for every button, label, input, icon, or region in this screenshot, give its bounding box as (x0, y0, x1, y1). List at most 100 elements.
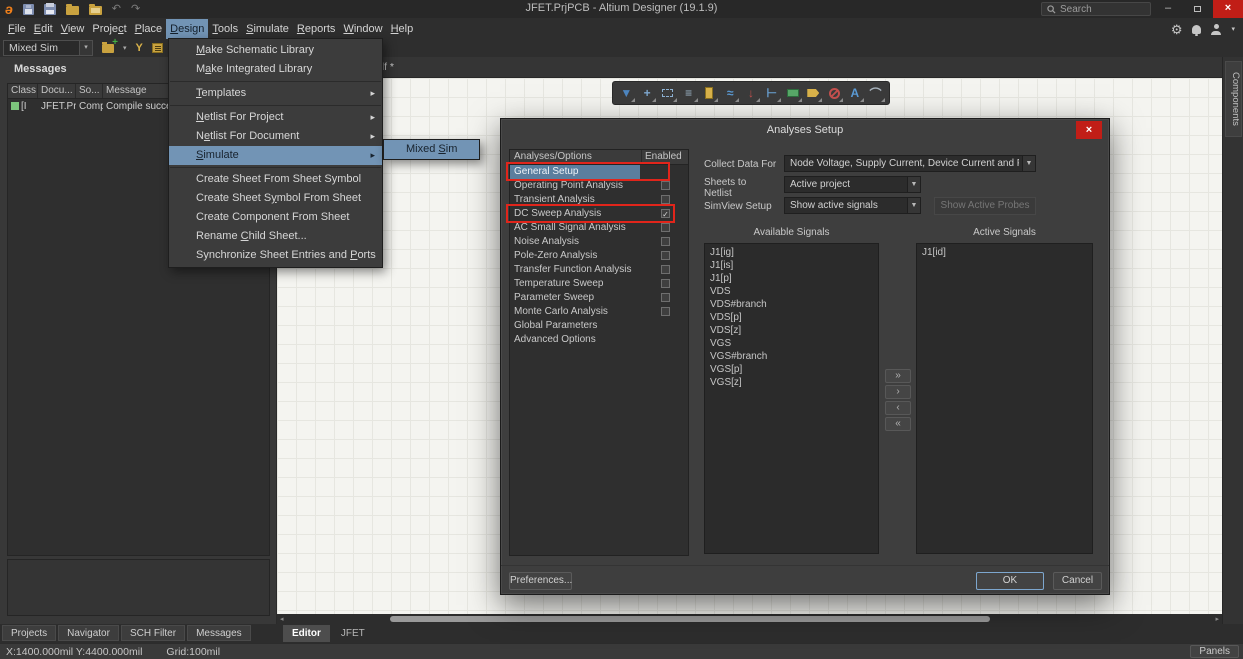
probe-y-icon[interactable]: Y (136, 43, 143, 54)
enabled-checkbox-pole-zero-analysis[interactable] (661, 251, 670, 260)
cancel-button[interactable]: Cancel (1053, 572, 1102, 590)
ok-button[interactable]: OK (976, 572, 1044, 590)
measure-icon[interactable]: ⊢ (763, 84, 781, 102)
signal-vds-p[interactable]: VDS[p] (705, 311, 878, 324)
menu-file[interactable]: File (4, 19, 30, 39)
preferences-button[interactable]: Preferences... (509, 572, 572, 590)
notifications-bell-icon[interactable] (1192, 25, 1201, 34)
menu-item-rename-child-sheet[interactable]: Rename Child Sheet... (169, 227, 382, 246)
menu-item-netlist-for-document[interactable]: Netlist For Document▸ (169, 127, 382, 146)
document-tab-jfet[interactable]: JFET (332, 625, 374, 642)
enabled-checkbox-operating-point-analysis[interactable] (661, 181, 670, 190)
signal-vgs-z[interactable]: VGS[z] (705, 376, 878, 389)
collect-data-dropdown[interactable]: Node Voltage, Supply Current, Device Cur… (784, 155, 1036, 172)
enabled-checkbox-transient-analysis[interactable] (661, 195, 670, 204)
move-selection-icon[interactable]: + (638, 84, 656, 102)
close-button[interactable]: × (1213, 0, 1243, 18)
analysis-row-transfer-function-analysis[interactable]: Transfer Function Analysis (510, 263, 688, 277)
available-signals-list[interactable]: J1[ig]J1[is]J1[p]VDSVDS#branchVDS[p]VDS[… (704, 243, 879, 554)
move-all-left-button[interactable]: « (885, 417, 911, 431)
analysis-row-noise-analysis[interactable]: Noise Analysis (510, 235, 688, 249)
menu-project[interactable]: Project (88, 19, 130, 39)
menu-place[interactable]: Place (131, 19, 167, 39)
horizontal-scrollbar[interactable]: ◂ ▸ (277, 614, 1222, 624)
menu-simulate[interactable]: Simulate (242, 19, 293, 39)
analysis-row-transient-analysis[interactable]: Transient Analysis (510, 193, 688, 207)
simview-dropdown[interactable]: Show active signals ▼ (784, 197, 921, 214)
analysis-row-pole-zero-analysis[interactable]: Pole-Zero Analysis (510, 249, 688, 263)
global-search-box[interactable]: Search (1041, 2, 1151, 16)
place-component-icon[interactable] (784, 84, 802, 102)
active-signals-list[interactable]: J1[id] (916, 243, 1093, 554)
filter-icon[interactable]: ▼ (617, 84, 635, 102)
align-icon[interactable]: ≡ (680, 84, 698, 102)
place-wire-icon[interactable]: ≈ (721, 84, 739, 102)
panels-button[interactable]: Panels (1190, 645, 1239, 658)
menu-help[interactable]: Help (387, 19, 418, 39)
move-all-right-button[interactable]: » (885, 369, 911, 383)
enabled-checkbox-monte-carlo-analysis[interactable] (661, 307, 670, 316)
menu-item-make-integrated-library[interactable]: Make Integrated Library (169, 60, 382, 79)
place-part-icon[interactable] (700, 84, 718, 102)
analysis-row-advanced-options[interactable]: Advanced Options (510, 333, 688, 347)
menu-design[interactable]: Design (166, 19, 208, 39)
menu-reports[interactable]: Reports (293, 19, 340, 39)
settings-gear-icon[interactable]: ⚙ (1171, 23, 1183, 36)
document-tab-editor[interactable]: Editor (283, 625, 330, 642)
dropdown-caret-icon[interactable]: ▼ (907, 177, 920, 192)
enabled-checkbox-ac-small-signal-analysis[interactable] (661, 223, 670, 232)
show-active-probes-button[interactable]: Show Active Probes (934, 197, 1036, 215)
minimize-button[interactable]: – (1153, 0, 1183, 18)
analysis-row-monte-carlo-analysis[interactable]: Monte Carlo Analysis (510, 305, 688, 319)
enabled-checkbox-temperature-sweep[interactable] (661, 279, 670, 288)
scroll-right-icon[interactable]: ▸ (1215, 615, 1219, 623)
signal-vds-z[interactable]: VDS[z] (705, 324, 878, 337)
analysis-row-global-parameters[interactable]: Global Parameters (510, 319, 688, 333)
components-panel-tab[interactable]: Components (1225, 61, 1242, 137)
enabled-checkbox-transfer-function-analysis[interactable] (661, 265, 670, 274)
menu-item-netlist-for-project[interactable]: Netlist For Project▸ (169, 108, 382, 127)
combo-dropdown-icon[interactable]: ▾ (79, 41, 92, 55)
panel-tab-sch-filter[interactable]: SCH Filter (121, 625, 185, 641)
signal-vgs-branch[interactable]: VGS#branch (705, 350, 878, 363)
dropdown-caret-icon[interactable]: ▼ (907, 198, 920, 213)
column-header-so[interactable]: So... (76, 84, 103, 98)
user-account-icon[interactable] (1211, 24, 1221, 35)
move-right-button[interactable]: › (885, 385, 911, 399)
analysis-row-general-setup[interactable]: General Setup (510, 165, 688, 179)
panel-tab-messages[interactable]: Messages (187, 625, 251, 641)
net-label-icon[interactable] (804, 84, 822, 102)
restore-button[interactable] (1183, 0, 1213, 18)
menu-item-create-component-from-sheet[interactable]: Create Component From Sheet (169, 208, 382, 227)
menu-item-synchronize-sheet-entries-and-ports[interactable]: Synchronize Sheet Entries and Ports (169, 246, 382, 265)
panel-tab-navigator[interactable]: Navigator (58, 625, 119, 641)
document-icon[interactable] (152, 43, 163, 53)
analysis-row-operating-point-analysis[interactable]: Operating Point Analysis (510, 179, 688, 193)
scrollbar-thumb[interactable] (390, 616, 990, 622)
menu-item-mixed-sim[interactable]: Mixed Sim (384, 140, 479, 159)
column-header-class[interactable]: Class (8, 84, 38, 98)
menu-item-templates[interactable]: Templates▸ (169, 84, 382, 103)
panel-tab-projects[interactable]: Projects (2, 625, 56, 641)
analysis-row-ac-small-signal-analysis[interactable]: AC Small Signal Analysis (510, 221, 688, 235)
menu-item-create-sheet-symbol-from-sheet[interactable]: Create Sheet Symbol From Sheet (169, 189, 382, 208)
signal-j1-p[interactable]: J1[p] (705, 272, 878, 285)
signal-j1-id[interactable]: J1[id] (917, 246, 1092, 259)
signal-j1-ig[interactable]: J1[ig] (705, 246, 878, 259)
menu-view[interactable]: View (57, 19, 89, 39)
signal-j1-is[interactable]: J1[is] (705, 259, 878, 272)
menu-item-simulate[interactable]: Simulate▸ (169, 146, 382, 165)
analysis-row-dc-sweep-analysis[interactable]: DC Sweep Analysis (510, 207, 688, 221)
enabled-checkbox-parameter-sweep[interactable] (661, 293, 670, 302)
move-left-button[interactable]: ‹ (885, 401, 911, 415)
place-text-icon[interactable]: A (846, 84, 864, 102)
column-header-docu[interactable]: Docu... (38, 84, 76, 98)
power-port-icon[interactable]: ↓ (742, 84, 760, 102)
analysis-row-temperature-sweep[interactable]: Temperature Sweep (510, 277, 688, 291)
no-erc-icon[interactable] (825, 84, 843, 102)
dialog-close-button[interactable]: × (1076, 121, 1102, 139)
sheets-to-netlist-dropdown[interactable]: Active project ▼ (784, 176, 921, 193)
enabled-checkbox-dc-sweep-analysis[interactable] (661, 209, 670, 218)
menu-edit[interactable]: Edit (30, 19, 57, 39)
folder-add-icon[interactable] (102, 44, 114, 53)
